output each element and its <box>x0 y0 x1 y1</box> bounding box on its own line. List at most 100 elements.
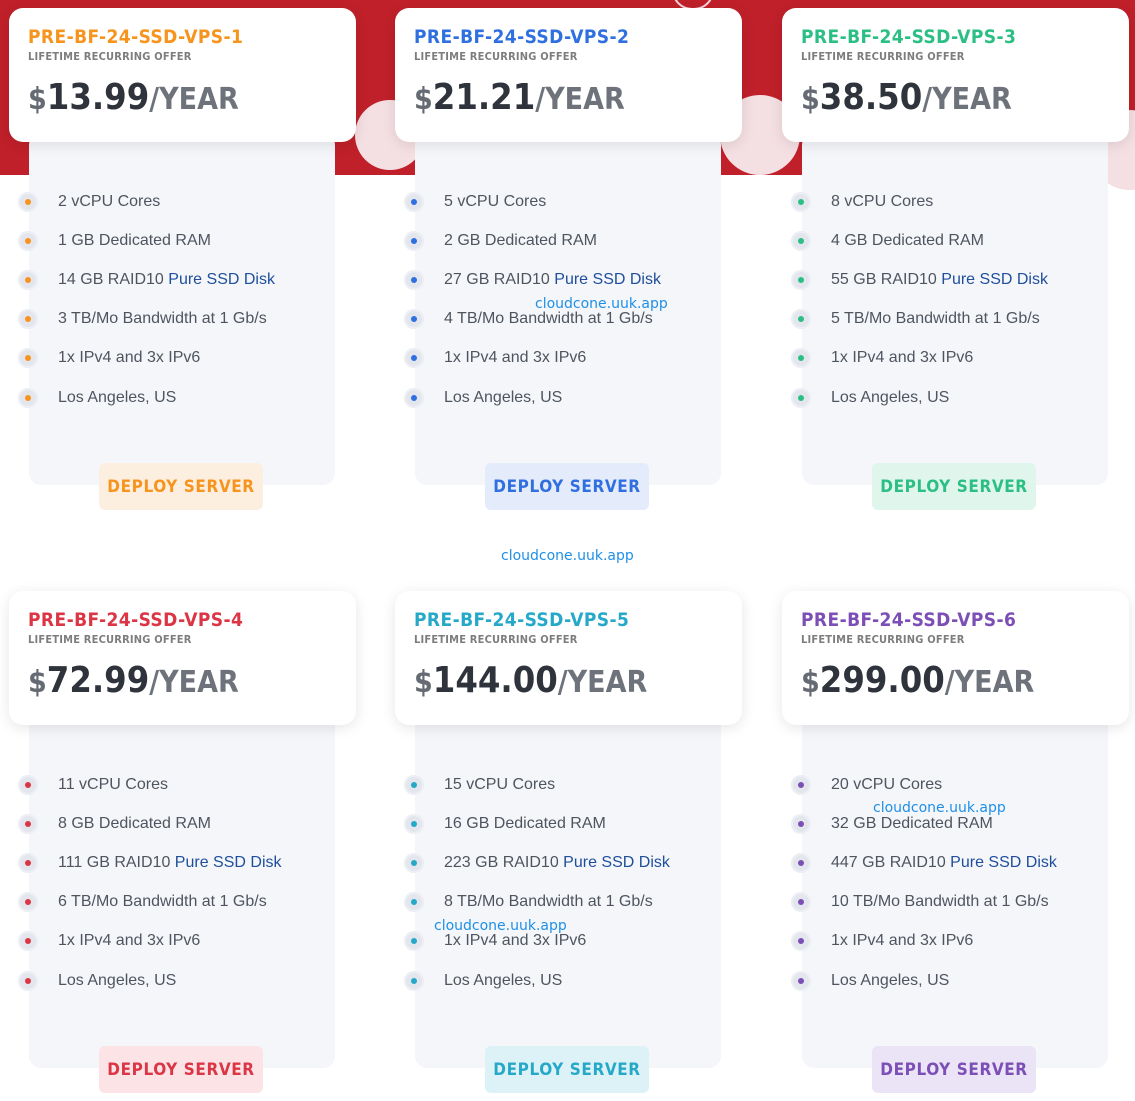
plan-price: $21.21/YEAR <box>414 80 625 116</box>
plan-header: PRE-BF-24-SSD-VPS-2 LIFETIME RECURRING OF… <box>395 8 742 142</box>
feature-list: 11 vCPU Cores 8 GB Dedicated RAM 111 GB RA… <box>18 765 348 1000</box>
price-currency: $ <box>801 665 820 700</box>
plan-name: PRE-BF-24-SSD-VPS-6 <box>801 609 1017 631</box>
deploy-server-button[interactable]: DEPLOY SERVER <box>99 463 263 510</box>
feature-text: Los Angeles, US <box>58 389 176 407</box>
feature-item: 8 TB/Mo Bandwidth at 1 Gb/s <box>404 883 734 922</box>
price-amount: 38.50 <box>819 77 923 118</box>
feature-label: 4 GB Dedicated RAM <box>831 231 984 249</box>
feature-text: 5 TB/Mo Bandwidth at 1 Gb/s <box>831 310 1040 328</box>
feature-item: 1x IPv4 and 3x IPv6 <box>791 922 1121 961</box>
price-amount: 299.00 <box>819 660 945 701</box>
plan-header: PRE-BF-24-SSD-VPS-3 LIFETIME RECURRING OF… <box>782 8 1129 142</box>
deploy-server-button[interactable]: DEPLOY SERVER <box>485 1046 649 1093</box>
plan-price: $13.99/YEAR <box>28 80 239 116</box>
feature-item: 223 GB RAID10 Pure SSD Disk <box>404 843 734 882</box>
feature-list: 15 vCPU Cores 16 GB Dedicated RAM 223 GB R… <box>404 765 734 1000</box>
feature-label: 10 TB/Mo Bandwidth at 1 Gb/s <box>831 893 1049 911</box>
offer-label: LIFETIME RECURRING OFFER <box>414 633 578 646</box>
feature-label: 20 vCPU Cores <box>831 775 943 793</box>
price-period: /YEAR <box>149 665 239 700</box>
plan-price: $38.50/YEAR <box>801 80 1012 116</box>
plan-card: PRE-BF-24-SSD-VPS-3 LIFETIME RECURRING OF… <box>782 8 1129 512</box>
feature-label: Los Angeles, US <box>444 971 563 989</box>
bullet-icon <box>404 970 424 991</box>
feature-text: 15 vCPU Cores <box>444 776 555 794</box>
feature-text: Los Angeles, US <box>831 389 949 407</box>
feature-label: 447 GB RAID10 <box>831 853 951 871</box>
feature-item: 6 TB/Mo Bandwidth at 1 Gb/s <box>18 883 348 922</box>
price-amount: 13.99 <box>46 77 150 118</box>
bullet-icon <box>791 269 811 290</box>
plan-name: PRE-BF-24-SSD-VPS-3 <box>801 26 1017 48</box>
bullet-icon <box>791 852 811 873</box>
feature-item: 27 GB RAID10 Pure SSD Disk <box>404 260 734 299</box>
feature-list: 8 vCPU Cores 4 GB Dedicated RAM 55 GB RAID… <box>791 182 1121 417</box>
bullet-icon <box>791 348 811 369</box>
feature-item: 4 GB Dedicated RAM <box>791 221 1121 260</box>
feature-text: 2 GB Dedicated RAM <box>444 232 597 250</box>
bullet-icon <box>404 774 424 795</box>
bullet-icon <box>18 813 38 834</box>
feature-item: 10 TB/Mo Bandwidth at 1 Gb/s <box>791 883 1121 922</box>
deploy-server-button[interactable]: DEPLOY SERVER <box>872 1046 1036 1093</box>
feature-text: 447 GB RAID10 Pure SSD Disk <box>831 854 1057 872</box>
feature-label: 111 GB RAID10 <box>58 853 175 871</box>
feature-label: 15 vCPU Cores <box>444 775 556 793</box>
bullet-icon <box>18 387 38 408</box>
feature-label: 5 TB/Mo Bandwidth at 1 Gb/s <box>831 310 1040 328</box>
feature-text: 1x IPv4 and 3x IPv6 <box>58 349 200 367</box>
price-currency: $ <box>414 665 433 700</box>
feature-item: 16 GB Dedicated RAM <box>404 804 734 843</box>
feature-text: 32 GB Dedicated RAM <box>831 815 993 833</box>
feature-item: 3 TB/Mo Bandwidth at 1 Gb/s <box>18 300 348 339</box>
feature-text: Los Angeles, US <box>444 972 562 990</box>
feature-label: 8 vCPU Cores <box>831 192 934 210</box>
bullet-icon <box>791 970 811 991</box>
bullet-icon <box>404 269 424 290</box>
feature-text: 1 GB Dedicated RAM <box>58 232 211 250</box>
feature-item: Los Angeles, US <box>791 961 1121 1000</box>
feature-label: 1x IPv4 and 3x IPv6 <box>831 349 974 367</box>
feature-label: Los Angeles, US <box>831 971 950 989</box>
feature-text: Los Angeles, US <box>58 972 176 990</box>
feature-text: 16 GB Dedicated RAM <box>444 815 606 833</box>
feature-item: 5 TB/Mo Bandwidth at 1 Gb/s <box>791 300 1121 339</box>
deploy-server-button[interactable]: DEPLOY SERVER <box>872 463 1036 510</box>
plan-price: $299.00/YEAR <box>801 663 1034 699</box>
feature-text: 1x IPv4 and 3x IPv6 <box>58 932 200 950</box>
feature-label: 1x IPv4 and 3x IPv6 <box>444 932 587 950</box>
feature-label: 1x IPv4 and 3x IPv6 <box>58 349 201 367</box>
feature-label: 1x IPv4 and 3x IPv6 <box>58 932 201 950</box>
price-currency: $ <box>28 82 47 117</box>
bullet-icon <box>404 892 424 913</box>
feature-text: 8 GB Dedicated RAM <box>58 815 211 833</box>
bullet-icon <box>18 774 38 795</box>
plan-card: PRE-BF-24-SSD-VPS-5 LIFETIME RECURRING OF… <box>395 591 742 1095</box>
feature-text: 20 vCPU Cores <box>831 776 942 794</box>
feature-item: Los Angeles, US <box>404 378 734 417</box>
feature-item: Los Angeles, US <box>791 378 1121 417</box>
feature-label: 11 vCPU Cores <box>58 775 168 793</box>
feature-list: 2 vCPU Cores 1 GB Dedicated RAM 14 GB RAID… <box>18 182 348 417</box>
price-currency: $ <box>414 82 433 117</box>
feature-item: 1x IPv4 and 3x IPv6 <box>404 339 734 378</box>
bullet-icon <box>791 387 811 408</box>
bullet-icon <box>18 970 38 991</box>
deploy-server-button[interactable]: DEPLOY SERVER <box>99 1046 263 1093</box>
bullet-icon <box>18 348 38 369</box>
plan-name: PRE-BF-24-SSD-VPS-1 <box>28 26 244 48</box>
feature-label: 5 vCPU Cores <box>444 192 547 210</box>
plan-name: PRE-BF-24-SSD-VPS-4 <box>28 609 244 631</box>
price-period: /YEAR <box>535 82 625 117</box>
offer-label: LIFETIME RECURRING OFFER <box>28 50 192 63</box>
feature-item: 8 GB Dedicated RAM <box>18 804 348 843</box>
feature-item: 55 GB RAID10 Pure SSD Disk <box>791 260 1121 299</box>
feature-highlight: Pure SSD Disk <box>168 270 275 288</box>
feature-label: 8 TB/Mo Bandwidth at 1 Gb/s <box>444 893 653 911</box>
feature-item: 1x IPv4 and 3x IPv6 <box>18 339 348 378</box>
feature-label: Los Angeles, US <box>444 388 563 406</box>
bullet-icon <box>404 191 424 212</box>
deploy-server-button[interactable]: DEPLOY SERVER <box>485 463 649 510</box>
bullet-icon <box>791 191 811 212</box>
